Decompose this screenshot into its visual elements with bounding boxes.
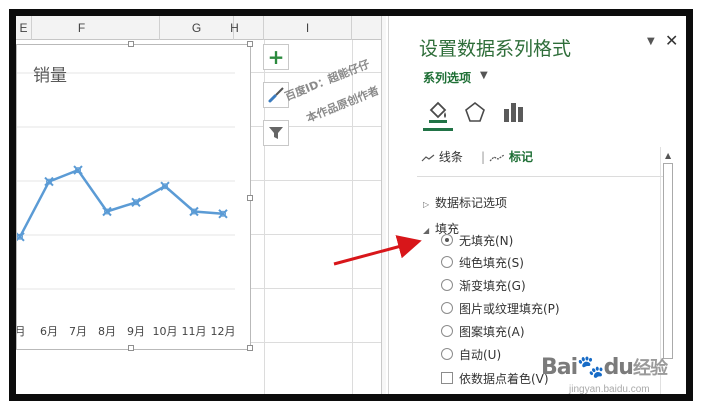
- radio-button[interactable]: [441, 256, 453, 268]
- no-fill-option[interactable]: 无填充(N): [441, 232, 513, 248]
- baidu-logo-paw: du: [603, 355, 634, 380]
- option-label: 自动(U): [459, 347, 502, 362]
- chart-filters-button[interactable]: [263, 120, 289, 146]
- data-point-marker[interactable]: [218, 209, 228, 219]
- tab-marker-label: 标记: [509, 150, 534, 164]
- chevron-down-icon[interactable]: ▼: [480, 70, 488, 81]
- divider: [417, 176, 663, 177]
- series-options-dropdown[interactable]: 系列选项: [423, 69, 471, 86]
- marker-options-label: 数据标记选项: [435, 196, 508, 210]
- resize-handle[interactable]: [128, 345, 134, 351]
- data-point-marker[interactable]: [189, 206, 199, 217]
- data-point-marker[interactable]: [44, 176, 54, 187]
- option-label: 无填充(N): [459, 233, 514, 248]
- x-tick-label: 7月: [69, 325, 87, 338]
- chart-title[interactable]: 销量: [33, 61, 67, 86]
- data-point-marker[interactable]: [131, 197, 141, 208]
- vary-colors-by-point-checkbox[interactable]: 依数据点着色(V): [441, 370, 549, 386]
- radio-button[interactable]: [441, 234, 453, 246]
- tab-marker[interactable]: | 标记: [481, 148, 533, 165]
- resize-handle[interactable]: [128, 41, 134, 47]
- close-icon[interactable]: ✕: [665, 31, 678, 50]
- option-label: 渐变填充(G): [459, 278, 526, 293]
- baidu-logo: Bai🐾du经验: [541, 354, 668, 380]
- baidu-jingyan-watermark: Bai🐾du经验 jingyan.baidu.com: [541, 354, 686, 394]
- checkbox[interactable]: [441, 372, 453, 384]
- baidu-logo-text: Bai: [541, 355, 578, 380]
- active-category-indicator: [423, 128, 453, 131]
- excel-screen: E F G H I 月 6月 7月 8月 9月 10月 11月 12月 销量 +: [16, 16, 686, 394]
- pattern-fill-option[interactable]: 图案填充(A): [441, 323, 525, 339]
- option-label: 纯色填充(S): [459, 255, 524, 270]
- chart-elements-button[interactable]: +: [263, 44, 289, 70]
- option-label: 图片或纹理填充(P): [459, 301, 560, 316]
- plus-icon: +: [267, 45, 285, 69]
- gradient-fill-option[interactable]: 渐变填充(G): [441, 277, 526, 293]
- column-header-e[interactable]: E: [16, 16, 32, 40]
- expand-arrow-icon: ▷: [423, 200, 430, 209]
- collapse-arrow-icon: ◢: [423, 226, 430, 235]
- automatic-fill-option[interactable]: 自动(U): [441, 346, 501, 362]
- solid-fill-option[interactable]: 纯色填充(S): [441, 254, 524, 270]
- scrollbar-thumb[interactable]: [663, 163, 673, 359]
- radio-button[interactable]: [441, 302, 453, 314]
- column-header-i[interactable]: I: [264, 16, 352, 40]
- tab-line[interactable]: 线条: [421, 148, 463, 165]
- x-tick-label: 11月: [182, 325, 207, 338]
- line-icon: [421, 154, 435, 161]
- x-tick-label: 月: [17, 325, 26, 338]
- x-tick-label: 10月: [153, 325, 178, 338]
- data-point-marker[interactable]: [160, 181, 170, 191]
- checkbox-label: 依数据点着色(V): [459, 371, 549, 386]
- column-header-f[interactable]: F: [32, 16, 160, 40]
- radio-button[interactable]: [441, 325, 453, 337]
- column-header-bar: E F G H I: [16, 16, 386, 40]
- sheet-scrollbar[interactable]: [381, 16, 386, 394]
- series-options-bar-icon[interactable]: [499, 98, 527, 126]
- pane-title: 设置数据系列格式: [419, 38, 572, 60]
- x-tick-label: 9月: [127, 325, 145, 338]
- x-tick-label: 8月: [98, 325, 116, 338]
- resize-handle[interactable]: [247, 195, 253, 201]
- column-header-h[interactable]: H: [206, 16, 264, 40]
- baidu-logo-suffix: 经验: [632, 358, 668, 379]
- radio-button[interactable]: [441, 279, 453, 291]
- marker-options-section[interactable]: ▷ 数据标记选项: [423, 194, 507, 211]
- effects-pentagon-icon[interactable]: [461, 98, 489, 126]
- data-point-marker[interactable]: [73, 165, 83, 175]
- fill-line-icon[interactable]: [424, 98, 452, 126]
- pane-options-dropdown-icon[interactable]: ▼: [647, 36, 655, 47]
- worksheet[interactable]: E F G H I 月 6月 7月 8月 9月 10月 11月 12月 销量 +: [16, 16, 386, 394]
- data-point-marker[interactable]: [17, 232, 25, 242]
- scroll-up-icon[interactable]: ▲: [665, 151, 671, 160]
- chart-plot-area: 月 6月 7月 8月 9月 10月 11月 12月: [17, 72, 236, 338]
- resize-handle[interactable]: [247, 345, 253, 351]
- data-point-marker[interactable]: [102, 206, 112, 217]
- format-data-series-pane: 设置数据系列格式 ▼ ✕ 系列选项 ▼ 线条 | 标记 ▷ 数据标记选项 ◢ 填…: [388, 16, 686, 394]
- resize-handle[interactable]: [247, 41, 253, 47]
- tab-line-label: 线条: [438, 150, 463, 164]
- filter-icon: [269, 127, 283, 139]
- radio-button[interactable]: [441, 348, 453, 360]
- line-chart[interactable]: 月 6月 7月 8月 9月 10月 11月 12月 销量: [16, 41, 253, 351]
- paw-icon: 🐾: [577, 355, 604, 380]
- option-label: 图案填充(A): [459, 324, 525, 339]
- x-tick-label: 12月: [211, 325, 236, 338]
- picture-texture-fill-option[interactable]: 图片或纹理填充(P): [441, 300, 560, 316]
- baidu-url: jingyan.baidu.com: [569, 384, 650, 394]
- marker-icon: [489, 154, 505, 161]
- x-tick-label: 6月: [40, 325, 58, 338]
